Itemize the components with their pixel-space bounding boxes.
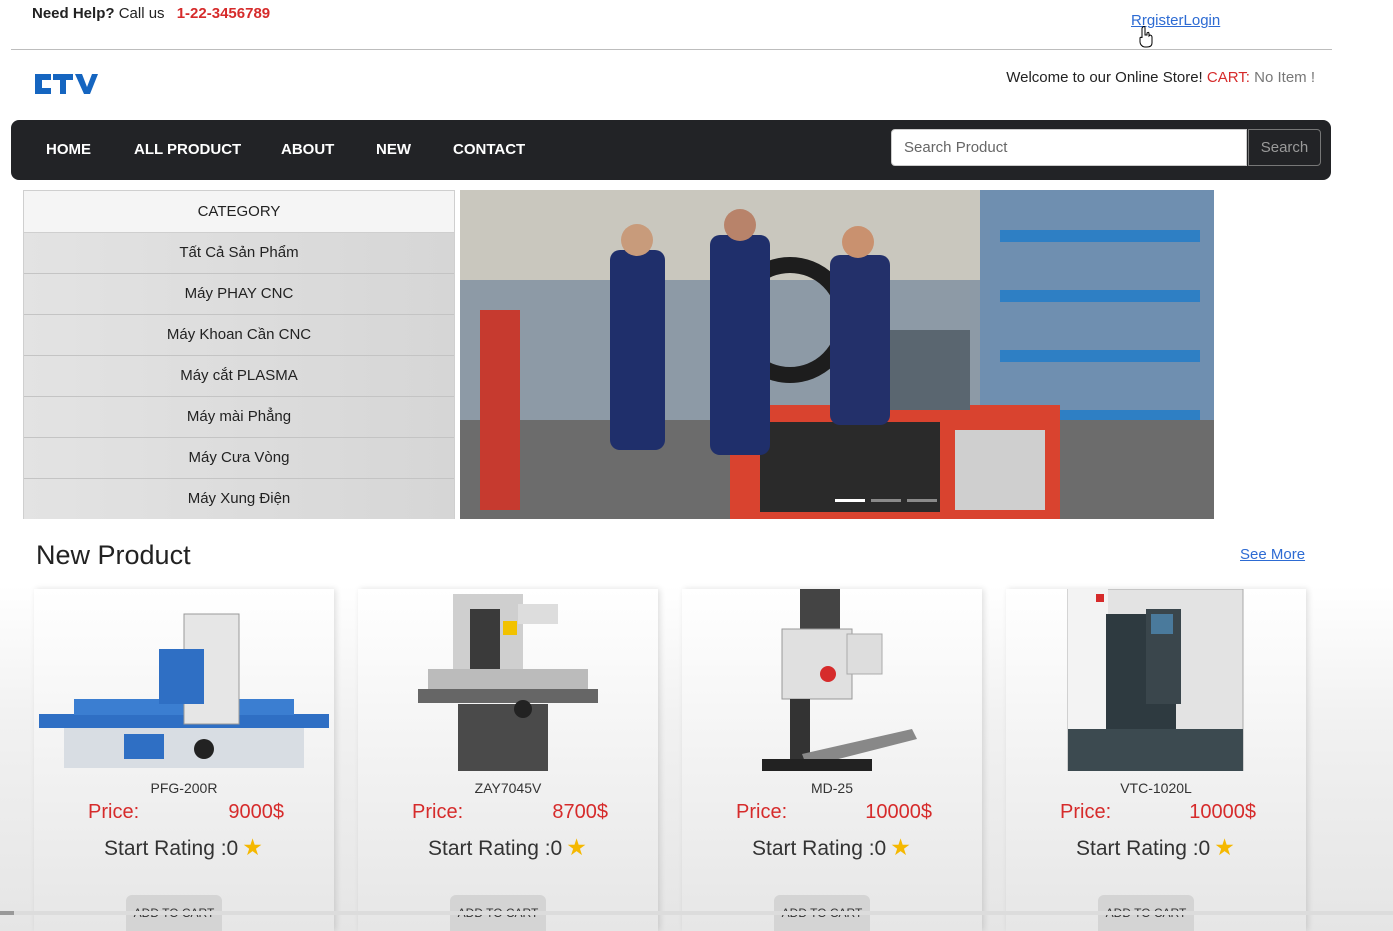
top-bar: Need Help? Call us 1-22-3456789 Rrgister… <box>0 0 1393 50</box>
carousel-dot[interactable] <box>835 499 865 502</box>
product-price: 10000$ <box>1189 801 1256 823</box>
nav-all-product[interactable]: ALL PRODUCT <box>134 141 241 158</box>
cart-label[interactable]: CART: <box>1207 69 1250 86</box>
product-image[interactable] <box>358 589 658 771</box>
product-rating: Start Rating :0 ★ <box>104 834 263 861</box>
product-price: 10000$ <box>865 801 932 823</box>
need-help-text: Need Help? <box>32 5 115 22</box>
category-item-khoan-can[interactable]: Máy Khoan Cần CNC <box>24 315 454 356</box>
horizontal-scrollbar[interactable] <box>0 911 1393 915</box>
rating-text: Start Rating :0 <box>752 837 887 860</box>
category-item-xung-dien[interactable]: Máy Xung Điện <box>24 479 454 519</box>
product-card[interactable]: VTC-1020L Price: 10000$ Start Rating :0 ★… <box>1006 589 1306 931</box>
hero-carousel[interactable] <box>460 190 1214 519</box>
product-name[interactable]: ZAY7045V <box>358 780 658 796</box>
category-item-mai-phang[interactable]: Máy mài Phẳng <box>24 397 454 438</box>
star-icon: ★ <box>1214 834 1235 860</box>
product-list: PFG-200R Price: 9000$ Start Rating :0★ A… <box>0 585 1393 931</box>
price-label: Price: <box>1060 801 1112 823</box>
star-icon: ★ <box>890 834 911 860</box>
welcome-text: Welcome to our Online Store! <box>1006 69 1203 86</box>
nav-new[interactable]: NEW <box>376 141 411 158</box>
search-button[interactable]: Search <box>1248 129 1321 166</box>
help-line: Need Help? Call us 1-22-3456789 <box>32 5 270 22</box>
new-product-heading: New Product <box>36 540 191 570</box>
category-item-all[interactable]: Tất Cả Sản Phẩm <box>24 233 454 274</box>
see-more-link[interactable]: See More <box>1240 546 1305 563</box>
product-image[interactable] <box>1006 589 1306 771</box>
product-image[interactable] <box>34 589 334 771</box>
product-card[interactable]: PFG-200R Price: 9000$ Start Rating :0★ A… <box>34 589 334 931</box>
category-item-phay-cnc[interactable]: Máy PHAY CNC <box>24 274 454 315</box>
rating-text: Start Rating :0 <box>428 837 563 860</box>
product-rating: Start Rating :0 ★ <box>752 834 911 861</box>
nav-home[interactable]: HOME <box>46 141 91 158</box>
price-label: Price: <box>736 801 788 823</box>
product-price: 8700$ <box>552 801 608 823</box>
search-input[interactable] <box>891 129 1247 166</box>
nav-contact[interactable]: CONTACT <box>453 141 525 158</box>
cart-status: No Item ! <box>1254 69 1315 86</box>
product-name[interactable]: VTC-1020L <box>1006 780 1306 796</box>
product-image[interactable] <box>682 589 982 771</box>
category-title: CATEGORY <box>24 191 454 233</box>
product-card[interactable]: ZAY7045V Price: 8700$ Start Rating :0★ A… <box>358 589 658 931</box>
product-price: 9000$ <box>228 801 284 823</box>
banner-image <box>460 190 1214 519</box>
rating-text: Start Rating :0 <box>1076 837 1211 860</box>
phone-number[interactable]: 1-22-3456789 <box>177 5 270 22</box>
price-label: Price: <box>88 801 140 823</box>
main-nav: HOME ALL PRODUCT ABOUT NEW CONTACT Searc… <box>11 120 1331 180</box>
carousel-indicators <box>835 489 943 507</box>
carousel-dot[interactable] <box>907 499 937 502</box>
category-item-plasma[interactable]: Máy cắt PLASMA <box>24 356 454 397</box>
category-panel: CATEGORY Tất Cả Sản Phẩm Máy PHAY CNC Má… <box>23 190 455 519</box>
product-name[interactable]: PFG-200R <box>34 780 334 796</box>
category-item-cua-vong[interactable]: Máy Cưa Vòng <box>24 438 454 479</box>
product-rating: Start Rating :0 ★ <box>428 834 587 861</box>
product-name[interactable]: MD-25 <box>682 780 982 796</box>
top-divider <box>11 49 1332 50</box>
carousel-dot[interactable] <box>871 499 901 502</box>
scrollbar-thumb[interactable] <box>0 911 14 915</box>
star-icon: ★ <box>566 834 587 860</box>
hand-cursor-icon <box>1139 26 1153 48</box>
price-label: Price: <box>412 801 464 823</box>
product-card[interactable]: MD-25 Price: 10000$ Start Rating :0★ ADD… <box>682 589 982 931</box>
star-icon: ★ <box>242 834 263 860</box>
product-rating: Start Rating :0 ★ <box>1076 834 1235 861</box>
rating-text: Start Rating :0 <box>104 837 239 860</box>
ctv-logo[interactable] <box>33 70 99 98</box>
welcome-line: Welcome to our Online Store! CART: No It… <box>1006 69 1315 86</box>
call-us-text: Call us <box>118 5 165 22</box>
nav-about[interactable]: ABOUT <box>281 141 334 158</box>
